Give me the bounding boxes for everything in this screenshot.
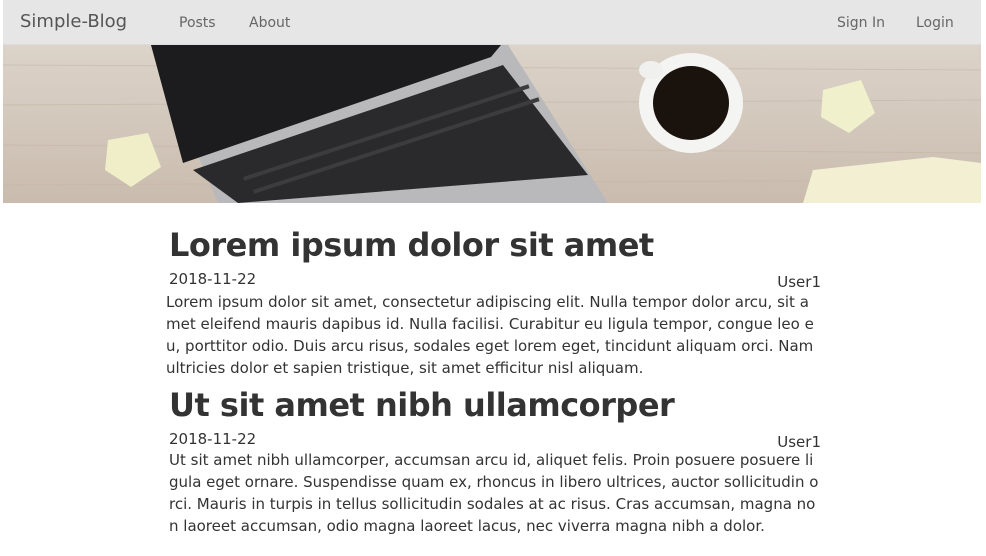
- hero-desk-illustration: [3, 45, 981, 203]
- nav-link-posts[interactable]: Posts: [179, 15, 216, 31]
- post-body: Lorem ipsum dolor sit amet, consectetur …: [166, 293, 814, 377]
- nav-link-login[interactable]: Login: [916, 15, 954, 31]
- nav-link-sign-in[interactable]: Sign In: [837, 15, 885, 31]
- post-title[interactable]: Lorem ipsum dolor sit amet: [169, 226, 825, 264]
- post-date: 2018-11-22: [169, 430, 257, 448]
- post-body: Ut sit amet nibh ullamcorper, accumsan a…: [169, 451, 819, 535]
- post-card: Ut sit amet nibh ullamcorper 2018-11-22 …: [165, 386, 825, 535]
- hero-image: [3, 45, 981, 203]
- brand-link[interactable]: Simple-Blog: [20, 11, 127, 32]
- top-navbar: Simple-Blog Posts About Sign In Login: [3, 0, 981, 45]
- nav-link-about[interactable]: About: [249, 15, 290, 31]
- post-date: 2018-11-22: [169, 270, 257, 288]
- post-card: Lorem ipsum dolor sit amet 2018-11-22 Us…: [165, 226, 825, 377]
- post-author[interactable]: User1: [777, 273, 821, 291]
- post-title[interactable]: Ut sit amet nibh ullamcorper: [169, 386, 825, 424]
